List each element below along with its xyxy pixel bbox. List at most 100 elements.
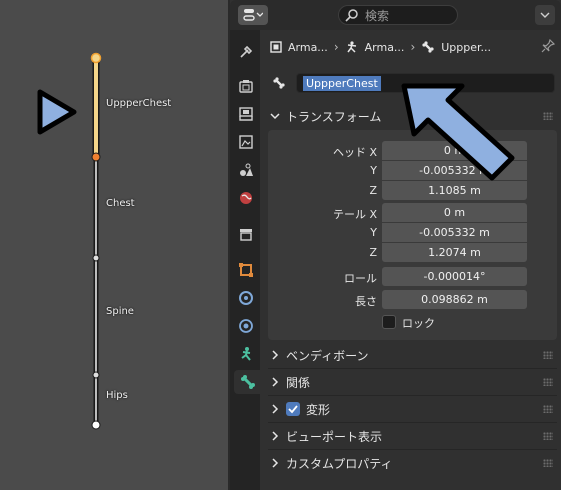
search-input[interactable]: 検索 [338,5,458,25]
view-layer-icon [239,135,253,149]
checkmark-icon [288,405,298,414]
chevron-right-icon [272,431,279,441]
prop-row-head-x: ヘッド X 0 m [268,141,557,161]
prop-label: Y [370,226,377,239]
tab-world[interactable] [234,186,258,210]
prop-row-head-z: Z 1.1085 m [268,181,557,201]
panel-bendy-bones-header[interactable]: ベンディボーン [270,344,555,366]
drag-grip-icon[interactable] [543,405,553,413]
prop-label: テール X [332,208,377,221]
prop-row-tail-y: Y -0.005332 m [268,223,557,243]
panel-title: 変形 [306,402,331,417]
divider [268,368,557,369]
3d-viewport[interactable]: UppperChest Chest Spine Hips [0,0,228,490]
head-x-field[interactable]: 0 m [382,141,527,160]
roll-field[interactable]: -0.000014° [382,267,527,286]
chevron-down-icon [540,12,550,18]
head-z-field[interactable]: 1.1085 m [382,181,527,200]
tab-scene[interactable] [234,158,258,182]
breadcrumb-item: Arma... [288,40,328,54]
prop-label: 長さ [355,295,377,308]
tab-bone[interactable] [234,370,262,394]
collection-icon [240,229,252,241]
divider [268,422,557,423]
chevron-right-icon: › [410,40,416,54]
bone-name-input[interactable]: UppperChest [296,73,555,93]
bone-name-row: UppperChest [270,72,555,94]
bone-icon [273,77,285,89]
chevron-down-icon [270,113,280,120]
panel-deform-header[interactable]: 変形 [270,398,555,420]
drag-grip-icon[interactable] [543,459,553,467]
drag-grip-icon[interactable] [543,378,553,386]
panel-title: ビューポート表示 [286,429,383,444]
breadcrumb-item: Uppper... [441,40,492,54]
chevron-right-icon: › [333,40,339,54]
prop-label: ロール [344,272,377,285]
drag-grip-icon[interactable] [543,432,553,440]
bone-joint[interactable] [92,371,100,379]
output-icon [239,107,253,121]
panel-transform-header[interactable]: トランスフォーム [270,105,555,127]
armature-object-icon [270,41,282,53]
panel-title: トランスフォーム [286,109,382,124]
panel-transform-body: ヘッド X 0 m Y -0.005332 m Z 1.1085 m テール X… [268,130,557,340]
panel-relations-header[interactable]: 関係 [270,371,555,393]
tail-z-field[interactable]: 1.2074 m [382,243,527,262]
tab-physics[interactable] [234,314,258,338]
bone-joint[interactable] [91,152,101,162]
panel-title: 関係 [286,375,311,390]
properties-tabs [230,30,262,490]
lock-checkbox[interactable] [382,315,396,329]
tab-output[interactable] [234,102,258,126]
tab-view-layer[interactable] [234,130,258,154]
tab-modifiers[interactable] [234,286,258,310]
prop-label: Z [369,184,377,197]
prop-row-lock: ロック [268,312,557,332]
panel-title: カスタムプロパティ [286,456,393,471]
chevron-right-icon [272,404,279,414]
bone-joint[interactable] [91,420,101,430]
tail-x-field[interactable]: 0 m [382,203,527,222]
prop-row-roll: ロール -0.000014° [268,267,557,287]
armature-icon [241,347,251,361]
properties-content: Arma... › Arma... › Uppper... UppperChes… [262,30,561,490]
tab-render[interactable] [234,74,258,98]
deform-checkbox[interactable] [286,402,300,416]
pin-icon[interactable] [541,38,556,56]
prop-label: Y [370,164,377,177]
properties-header: 検索 [230,0,561,30]
tab-object[interactable] [234,258,258,282]
modifiers-icon [239,291,253,305]
annotation-pointer-icon [37,89,77,135]
lock-label: ロック [402,317,435,330]
bone-label-hips: Hips [106,390,128,401]
divider [268,449,557,450]
search-icon [345,9,358,22]
bone-joint[interactable] [92,254,100,262]
chevron-right-icon [272,458,279,468]
options-dropdown[interactable] [535,5,555,25]
bone-joint-tail[interactable] [90,52,102,64]
tab-tool[interactable] [234,40,258,64]
editor-type-icon [243,9,263,21]
scene-icon [240,163,253,176]
drag-grip-icon[interactable] [543,112,553,120]
properties-editor: 検索 Arma... › Arma... › Uppper... UppperC… [230,0,561,490]
prop-label: ヘッド X [332,146,377,159]
tab-object-data[interactable] [234,342,258,366]
head-y-field[interactable]: -0.005332 m [382,161,527,180]
tab-collection[interactable] [234,222,258,246]
panel-custom-properties-header[interactable]: カスタムプロパティ [270,452,555,474]
object-icon [239,263,253,277]
panel-viewport-display-header[interactable]: ビューポート表示 [270,425,555,447]
breadcrumb: Arma... › Arma... › Uppper... [270,38,556,56]
drag-grip-icon[interactable] [543,351,553,359]
bone-label-spine: Spine [106,306,134,317]
divider [268,395,557,396]
editor-type-button[interactable] [238,5,268,25]
length-field[interactable]: 0.098862 m [382,290,527,309]
panel-title: ベンディボーン [286,348,369,363]
tail-y-field[interactable]: -0.005332 m [382,223,527,242]
prop-row-tail-x: テール X 0 m [268,203,557,223]
